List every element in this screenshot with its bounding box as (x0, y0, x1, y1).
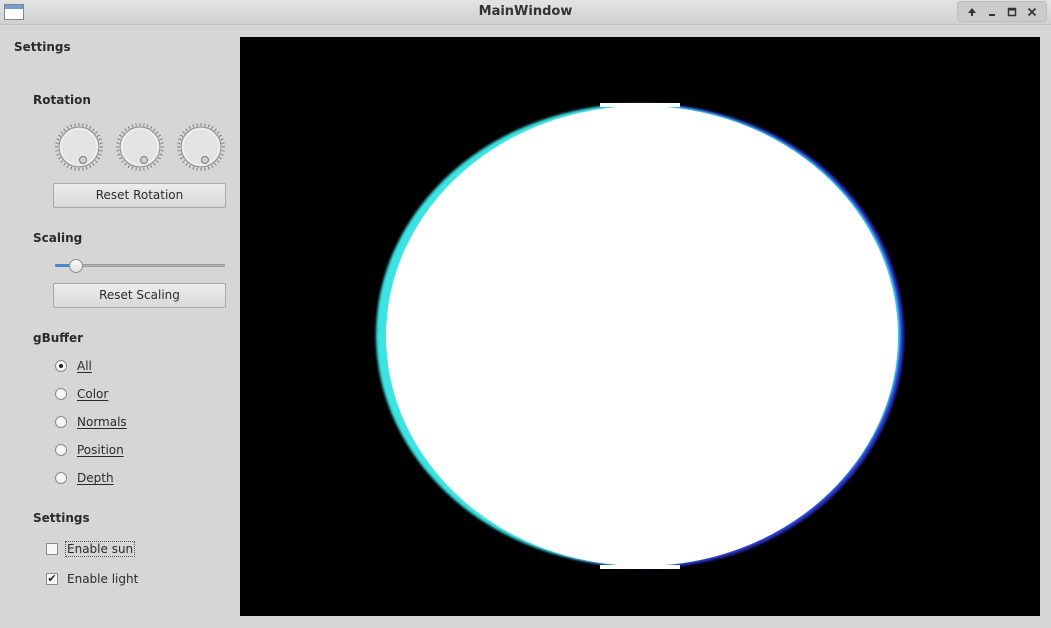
slider-handle[interactable] (69, 259, 83, 273)
dial-knob-graphic (177, 123, 225, 171)
render-scene (240, 37, 1040, 616)
rendered-sphere (386, 106, 898, 566)
window-title: MainWindow (478, 4, 573, 19)
checkbox-box[interactable] (46, 543, 58, 555)
reset-rotation-button[interactable]: Reset Rotation (53, 183, 226, 208)
radio-button[interactable] (55, 472, 67, 484)
title-bar: MainWindow (0, 0, 1051, 25)
enable-sun-checkbox[interactable]: Enable sun (46, 540, 136, 558)
radio-button[interactable] (55, 360, 67, 372)
rotation-group-title: Rotation (33, 93, 91, 107)
rotation-dial-x[interactable] (54, 122, 104, 172)
checkbox-box[interactable]: ✔ (46, 573, 58, 585)
radio-depth[interactable]: Depth (55, 470, 114, 486)
dial-knob-graphic (55, 123, 103, 171)
dial-knob-graphic (116, 123, 164, 171)
scaling-slider[interactable] (55, 258, 225, 274)
radio-button[interactable] (55, 416, 67, 428)
radio-all[interactable]: All (55, 358, 92, 374)
minimize-icon[interactable] (984, 4, 1000, 20)
radio-button[interactable] (55, 444, 67, 456)
radio-color[interactable]: Color (55, 386, 108, 402)
radio-button[interactable] (55, 388, 67, 400)
scaling-group-title: Scaling (33, 231, 83, 245)
radio-label: Normals (77, 415, 127, 429)
sphere-bottom-cap (600, 565, 680, 569)
settings-dock-title: Settings (14, 40, 71, 54)
radio-label: Depth (77, 471, 114, 485)
reset-scaling-button[interactable]: Reset Scaling (53, 283, 226, 308)
radio-position[interactable]: Position (55, 442, 124, 458)
rotation-dial-y[interactable] (115, 122, 165, 172)
rotation-dial-z[interactable] (176, 122, 226, 172)
maximize-icon[interactable] (1004, 4, 1020, 20)
gbuffer-group-title: gBuffer (33, 331, 84, 345)
render-viewport[interactable] (240, 37, 1040, 616)
radio-label: Color (77, 387, 109, 401)
close-icon[interactable] (1024, 4, 1040, 20)
settings-group-title: Settings (33, 511, 90, 525)
radio-normals[interactable]: Normals (55, 414, 127, 430)
radio-label: Position (77, 443, 124, 457)
window-controls (957, 1, 1047, 22)
keep-above-icon[interactable] (964, 4, 980, 20)
checkbox-label: Enable sun (64, 541, 136, 557)
enable-light-checkbox[interactable]: ✔ Enable light (46, 570, 139, 588)
sphere-top-cap (600, 103, 680, 107)
radio-label: All (77, 359, 92, 373)
checkbox-label: Enable light (67, 572, 139, 586)
